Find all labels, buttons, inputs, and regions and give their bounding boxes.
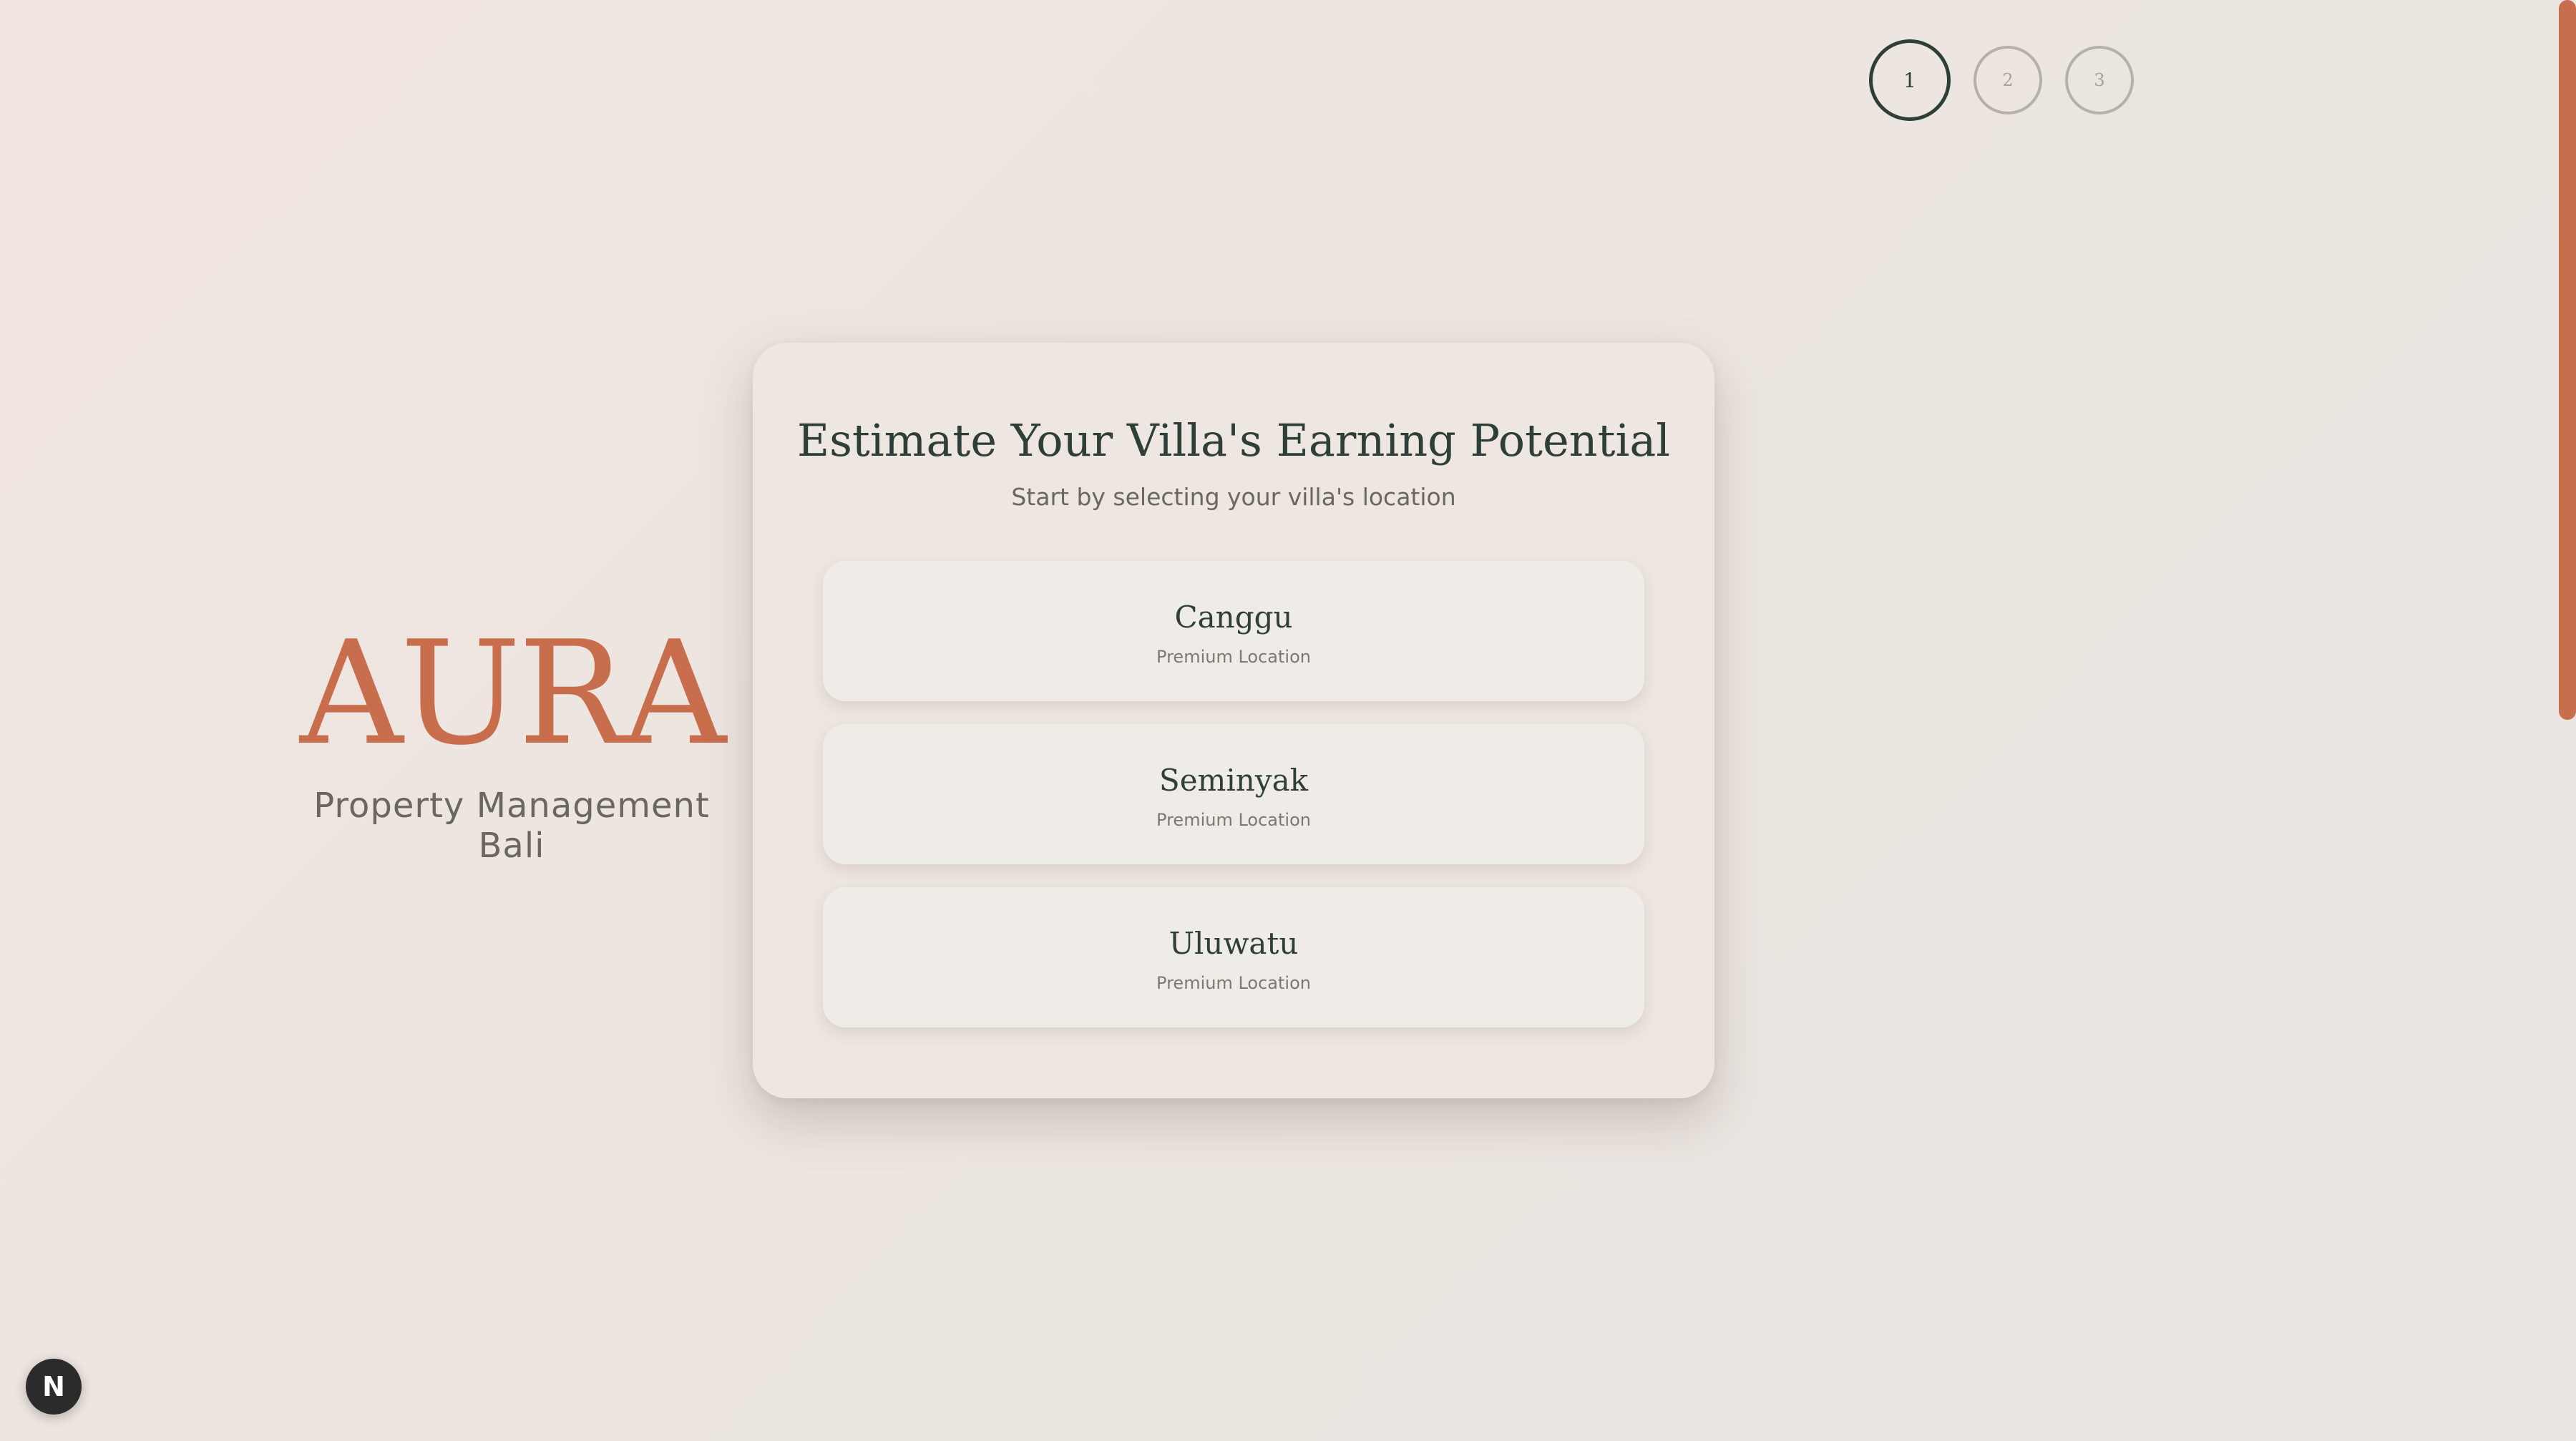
step-3-label: 3 bbox=[2094, 70, 2105, 90]
scrollbar-thumb[interactable] bbox=[2559, 0, 2576, 720]
card-title: Estimate Your Villa's Earning Potential bbox=[796, 414, 1671, 467]
location-description: Premium Location bbox=[1156, 810, 1311, 830]
location-option-uluwatu[interactable]: Uluwatu Premium Location bbox=[823, 887, 1644, 1027]
location-name: Seminyak bbox=[1158, 763, 1309, 798]
location-option-canggu[interactable]: Canggu Premium Location bbox=[823, 561, 1644, 701]
brand-logo: AURA bbox=[299, 610, 726, 777]
location-option-seminyak[interactable]: Seminyak Premium Location bbox=[823, 724, 1644, 864]
location-description: Premium Location bbox=[1156, 647, 1311, 667]
estimate-card: Estimate Your Villa's Earning Potential … bbox=[753, 343, 1714, 1098]
step-2[interactable]: 2 bbox=[1974, 46, 2042, 114]
step-2-label: 2 bbox=[2002, 70, 2014, 90]
nextjs-dev-badge[interactable]: N bbox=[26, 1359, 82, 1415]
brand-block: AURA Property Management Bali bbox=[286, 622, 737, 866]
step-3[interactable]: 3 bbox=[2065, 46, 2134, 114]
location-name: Canggu bbox=[1174, 600, 1293, 635]
step-1[interactable]: 1 bbox=[1869, 39, 1951, 121]
step-indicator: 1 2 3 bbox=[1869, 39, 2134, 121]
location-description: Premium Location bbox=[1156, 973, 1311, 993]
card-subtitle: Start by selecting your villa's location bbox=[1011, 483, 1456, 511]
brand-tagline: Property Management Bali bbox=[313, 786, 710, 866]
n-logo-icon: N bbox=[42, 1371, 65, 1402]
location-name: Uluwatu bbox=[1169, 926, 1299, 961]
step-1-label: 1 bbox=[1903, 68, 1916, 92]
